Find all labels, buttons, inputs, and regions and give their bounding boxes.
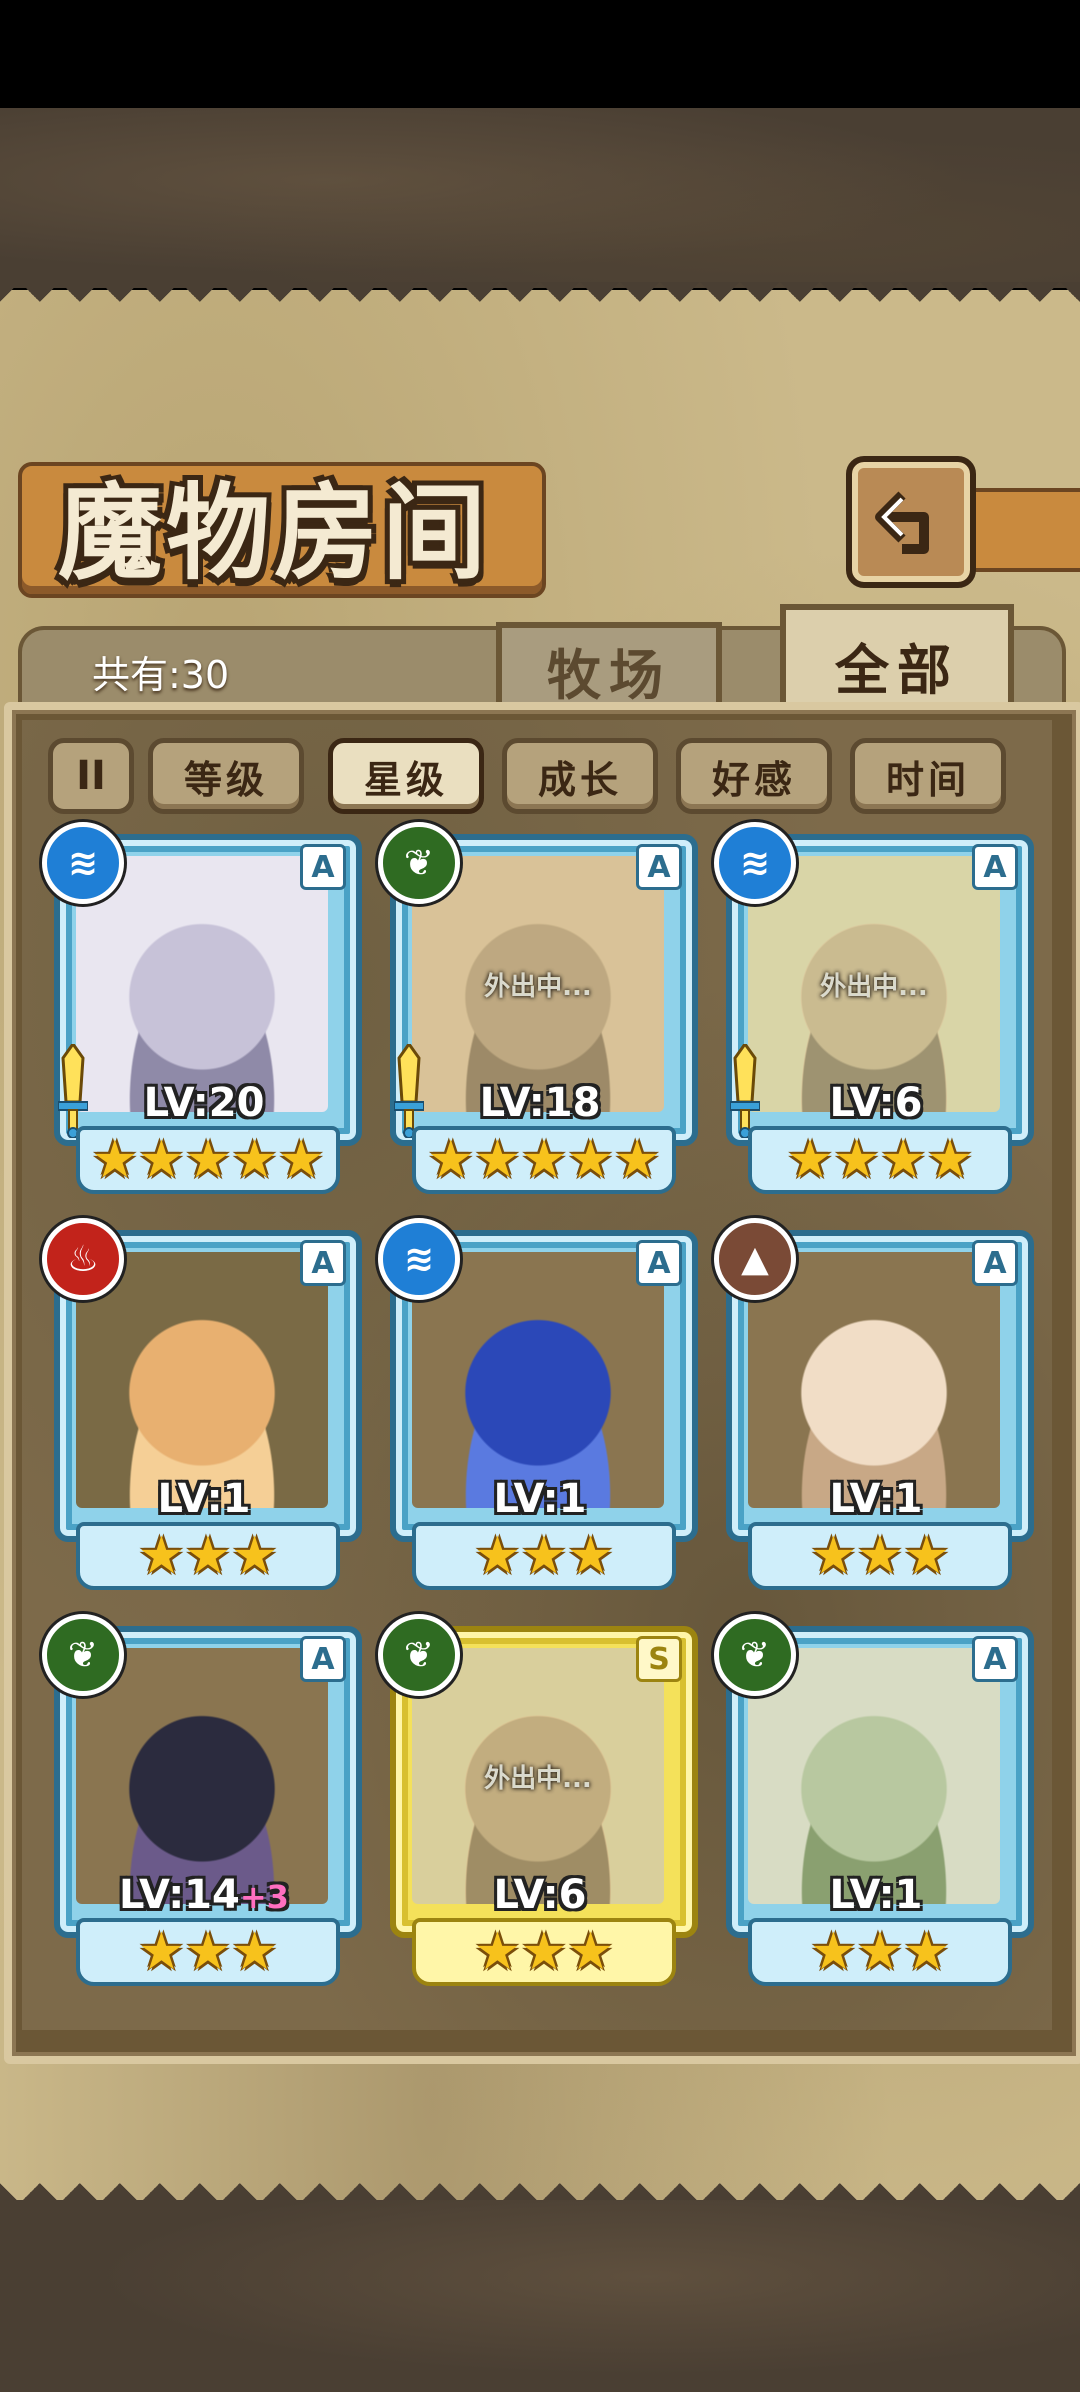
rock-icon: ▲ [714,1218,796,1300]
rank-badge: A [300,844,346,890]
star-icons: ★★★ [138,1922,278,1982]
star-rating: ★★★ [748,1522,1012,1590]
back-arrow-icon [875,491,929,554]
monster-card[interactable]: 外出中... A ❦ LV:18 ★★★★★ [378,822,698,1194]
star-rating: ★★★ [412,1918,676,1986]
rank-badge: A [636,844,682,890]
level-label: LV:20 [46,1080,362,1126]
monster-portrait [76,1252,328,1508]
level-bonus: +3 [239,1878,289,1916]
status-bar [0,0,1080,108]
monster-card[interactable]: 外出中... S ❦ LV:6 ★★★ [378,1614,698,1986]
rank-badge: S [636,1636,682,1682]
star-rating: ★★★★ [748,1126,1012,1194]
rank-badge: A [972,844,1018,890]
level-value: LV:1 [829,1872,923,1918]
monster-count: 共有:30 [92,653,230,697]
page-title: 魔物房间 [58,471,491,594]
level-value: LV:6 [493,1872,587,1918]
level-value: LV:20 [143,1080,265,1126]
back-button[interactable] [846,456,976,588]
monster-portrait [76,856,328,1112]
torn-edge-top [0,282,1080,322]
level-label: LV:1 [718,1872,1034,1918]
level-value: LV:14 [119,1872,240,1918]
level-label: LV:1 [718,1476,1034,1522]
out-status-label: 外出中... [484,1764,592,1794]
monster-card[interactable]: A ♨ LV:1 ★★★ [42,1218,362,1590]
water-waves-icon: ≋ [378,1218,460,1300]
star-icons: ★★★★★ [427,1130,661,1190]
level-value: LV:18 [479,1080,601,1126]
star-icons: ★★★★ [786,1130,974,1190]
monster-portrait [748,1648,1000,1904]
sort-growth-button[interactable]: 成长 [502,738,658,814]
monster-card[interactable]: A ≋ LV:20 ★★★★★ [42,822,362,1194]
monster-portrait: 外出中... [412,1648,664,1904]
monster-portrait: 外出中... [748,856,1000,1112]
level-label: LV:6 [718,1080,1034,1126]
monster-portrait [76,1648,328,1904]
rank-badge: A [636,1240,682,1286]
flame-icon: ♨ [42,1218,124,1300]
level-value: LV:1 [493,1476,587,1522]
monster-portrait: 外出中... [412,856,664,1112]
star-icons: ★★★ [810,1526,950,1586]
sort-time-button[interactable]: 时间 [850,738,1006,814]
star-icons: ★★★ [474,1922,614,1982]
sort-level-button[interactable]: 等级 [148,738,304,814]
monster-portrait [412,1252,664,1508]
monster-portrait [748,1252,1000,1508]
level-label: LV:1 [46,1476,362,1522]
torn-edge-bottom [0,2160,1080,2204]
level-label: LV:6 [382,1872,698,1918]
star-icons: ★★★ [474,1526,614,1586]
leaf-icon: ❦ [42,1614,124,1696]
rank-badge: A [300,1636,346,1682]
star-rating: ★★★ [76,1522,340,1590]
level-label: LV:14+3 [46,1872,362,1918]
out-status-label: 外出中... [820,972,928,1002]
rank-badge: A [972,1636,1018,1682]
sort-star-button[interactable]: 星级 [328,738,484,814]
level-label: LV:1 [382,1476,698,1522]
sort-order-toggle-button[interactable]: II [48,738,134,814]
water-waves-icon: ≋ [42,822,124,904]
leaf-icon: ❦ [378,822,460,904]
monster-card[interactable]: A ❦ LV:1 ★★★ [714,1614,1034,1986]
out-status-label: 外出中... [484,972,592,1002]
rank-badge: A [300,1240,346,1286]
leaf-icon: ❦ [378,1614,460,1696]
monster-card[interactable]: 外出中... A ≋ LV:6 ★★★★ [714,822,1034,1194]
star-rating: ★★★★★ [412,1126,676,1194]
star-rating: ★★★ [412,1522,676,1590]
leaf-icon: ❦ [714,1614,796,1696]
level-value: LV:1 [829,1476,923,1522]
level-label: LV:18 [382,1080,698,1126]
star-icons: ★★★ [810,1922,950,1982]
star-rating: ★★★★★ [76,1126,340,1194]
sort-affection-button[interactable]: 好感 [676,738,832,814]
level-value: LV:1 [157,1476,251,1522]
star-icons: ★★★ [138,1526,278,1586]
rank-badge: A [972,1240,1018,1286]
monster-card[interactable]: A ▲ LV:1 ★★★ [714,1218,1034,1590]
star-icons: ★★★★★ [91,1130,325,1190]
star-rating: ★★★ [76,1918,340,1986]
monster-card[interactable]: A ❦ LV:14+3 ★★★ [42,1614,362,1986]
map-background-bottom [0,2200,1080,2392]
water-waves-icon: ≋ [714,822,796,904]
star-rating: ★★★ [748,1918,1012,1986]
map-background-top [0,108,1080,288]
level-value: LV:6 [829,1080,923,1126]
monster-card[interactable]: A ≋ LV:1 ★★★ [378,1218,698,1590]
